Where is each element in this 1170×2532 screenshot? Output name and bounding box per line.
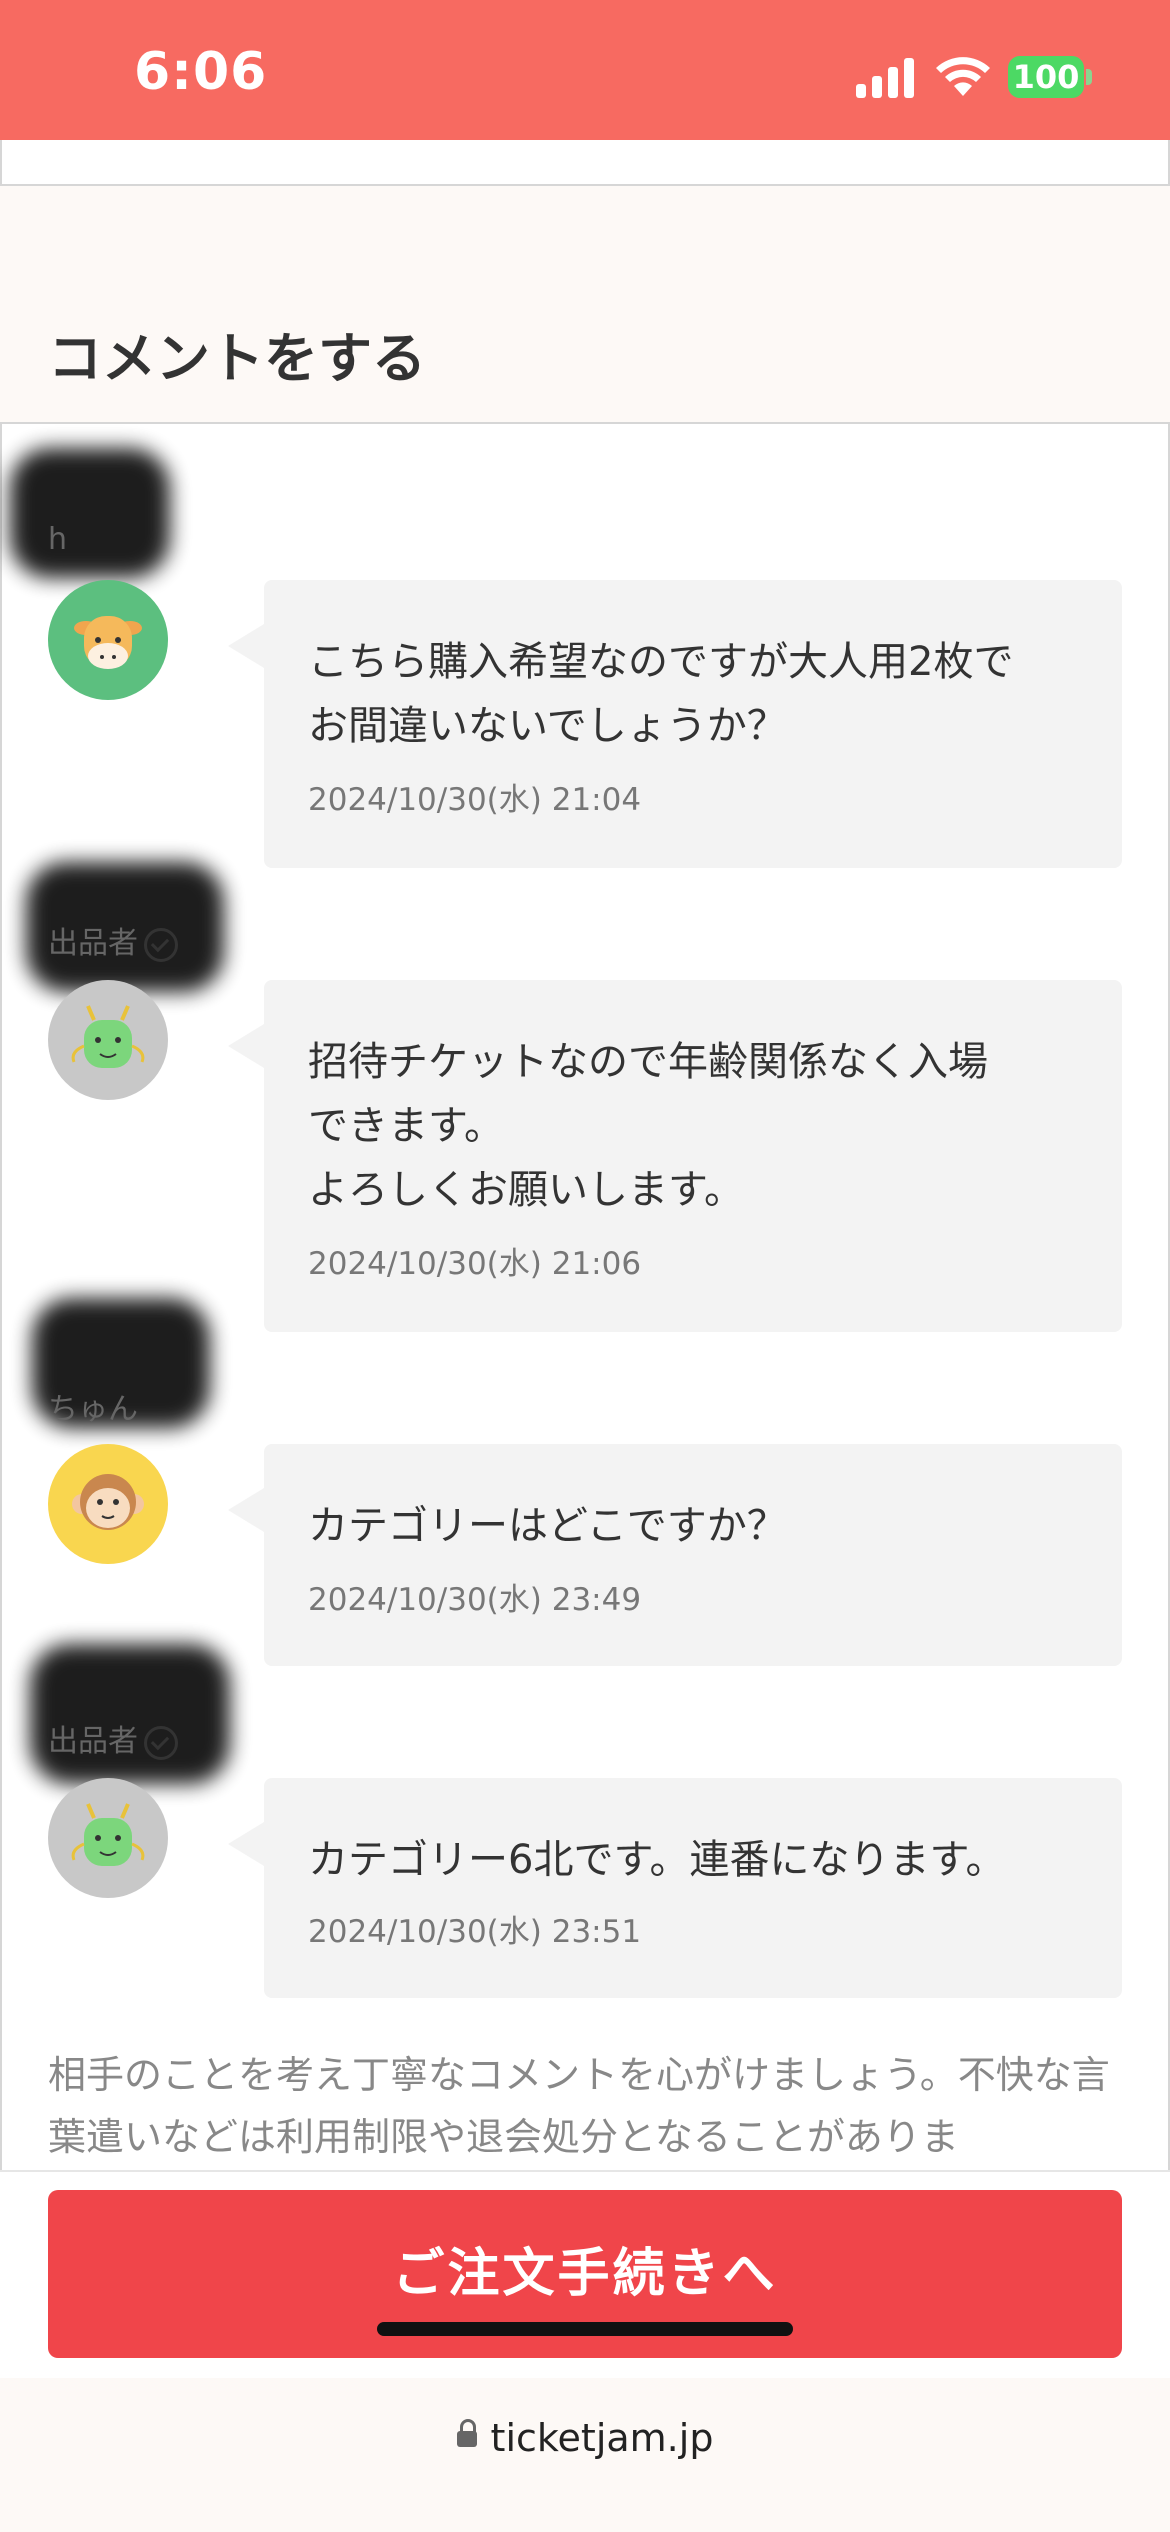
- browser-address-bar[interactable]: ticketjam.jp: [0, 2378, 1170, 2532]
- order-footer: ご注文手続きへ: [0, 2170, 1170, 2380]
- cow-avatar[interactable]: [48, 580, 168, 700]
- battery-cap: [1086, 69, 1092, 85]
- comment-text: 招待チケットなので年齢関係なく入場 できます。 よろしくお願いします。: [308, 1039, 988, 1213]
- blurred-username: [10, 448, 170, 578]
- comment-date: 2024/10/30(水) 23:49: [308, 1582, 642, 1618]
- url-text: ticketjam.jp: [490, 2416, 714, 2460]
- comment-date: 2024/10/30(水) 21:06: [308, 1246, 642, 1282]
- seller-name-label: 出品者: [48, 1716, 178, 1760]
- comment-bubble: 招待チケットなので年齢関係なく入場 できます。 よろしくお願いします。 2024…: [228, 980, 1122, 1332]
- dragon-icon: [71, 1005, 145, 1068]
- comment-text: カテゴリーはどこですか？: [308, 1503, 787, 1549]
- previous-card-edge: [0, 140, 1170, 186]
- comment-guideline-notice: 相手のことを考え丁寧なコメントを心がけましょう。不快な言葉遣いなどは利用制限や退…: [48, 2053, 1110, 2159]
- seller-label: 出品者: [48, 926, 138, 961]
- status-bar: 6:06 100: [0, 0, 1170, 140]
- comment-bubble: こちら購入希望なのですが大人用2枚で お間違いないでしょうか？ 2024/10/…: [228, 580, 1122, 868]
- cow-icon: [74, 616, 142, 669]
- comment-text: こちら購入希望なのですが大人用2枚で お間違いないでしょうか？: [308, 639, 1014, 749]
- comment-date: 2024/10/30(水) 21:04: [308, 782, 642, 818]
- comment-date: 2024/10/30(水) 23:51: [308, 1914, 642, 1950]
- comment-text: カテゴリー6北です。連番になります。: [308, 1837, 1006, 1883]
- monkey-avatar[interactable]: [48, 1444, 168, 1564]
- status-time: 6:06: [134, 42, 268, 102]
- commenter-name: ちゅん: [48, 1392, 138, 1427]
- comment-bubble: カテゴリーはどこですか？ 2024/10/30(水) 23:49: [228, 1444, 1122, 1666]
- dragon-avatar[interactable]: [48, 1778, 168, 1898]
- commenter-name: h: [48, 522, 68, 557]
- battery-icon: 100: [1008, 56, 1084, 98]
- seller-label: 出品者: [48, 1724, 138, 1759]
- comment-section-title: コメントをする: [48, 327, 426, 390]
- verified-check-icon: [144, 1725, 178, 1760]
- monkey-icon: [72, 1474, 144, 1530]
- lock-icon: [456, 2418, 477, 2447]
- blurred-username: [30, 1644, 230, 1784]
- cellular-signal-icon: [856, 56, 914, 98]
- dragon-icon: [71, 1803, 145, 1866]
- wifi-icon: [936, 57, 990, 96]
- url-display[interactable]: ticketjam.jp: [0, 2416, 1170, 2460]
- seller-name-label: 出品者: [48, 918, 178, 962]
- dragon-avatar[interactable]: [48, 980, 168, 1100]
- comment-bubble: カテゴリー6北です。連番になります。 2024/10/30(水) 23:51: [228, 1778, 1122, 1998]
- home-indicator[interactable]: [377, 2322, 793, 2336]
- verified-check-icon: [144, 927, 178, 962]
